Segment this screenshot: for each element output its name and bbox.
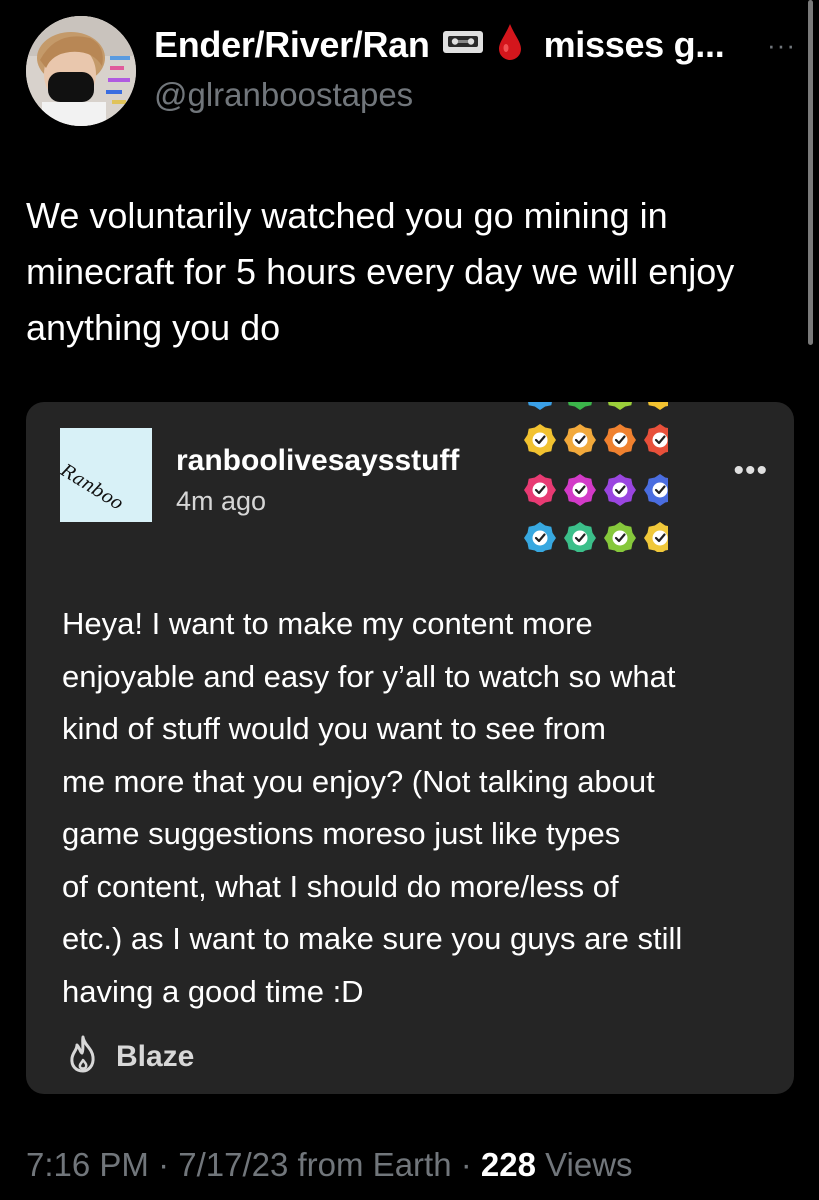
post-date[interactable]: 7/17/23 (178, 1146, 288, 1183)
tweet-header: Ender/River/Ran misses g... ··· @glranbo… (26, 16, 795, 126)
verified-badge-icon (604, 522, 636, 554)
verified-badge-icon (568, 402, 592, 410)
verified-badge-icon (564, 522, 596, 554)
views-label: Views (535, 1146, 633, 1183)
verified-badge-icon (644, 522, 676, 554)
views-count[interactable]: 228 (481, 1146, 536, 1183)
post-metadata: 7:16 PM · 7/17/23 from Earth · 228 Views (26, 1146, 633, 1184)
verified-badge-icon (648, 402, 672, 410)
user-handle[interactable]: @glranboostapes (154, 76, 413, 114)
tweet-text: We voluntarily watched you go mining in … (26, 195, 735, 348)
verified-badge-icon (608, 402, 632, 410)
verified-badge-icon (528, 402, 552, 410)
quoted-avatar-text: Ranboo (60, 460, 127, 515)
drop-of-blood-icon (496, 22, 524, 67)
videocassette-icon (442, 28, 484, 61)
display-name[interactable]: Ender/River/Ran (154, 24, 430, 66)
more-options-icon[interactable]: ··· (767, 30, 796, 61)
scrollbar[interactable] (808, 0, 813, 345)
quoted-more-options-icon[interactable]: ••• (733, 454, 768, 488)
name-row[interactable]: Ender/River/Ran misses g... (154, 22, 725, 67)
blaze-label: Blaze (116, 1039, 195, 1073)
verified-badge-icon (524, 474, 556, 506)
verified-badge-icon (564, 424, 596, 456)
verified-badge-icon (644, 424, 676, 456)
verified-badge-icon (524, 424, 556, 456)
verified-badge-icon (604, 424, 636, 456)
blaze-button[interactable]: Blaze (64, 1034, 194, 1079)
meta-separator: · (451, 1146, 481, 1183)
post-source: from Earth (288, 1146, 452, 1183)
quoted-post-card[interactable]: Ranboo ranboolivesaysstuff 4m ago ••• He… (26, 402, 794, 1094)
meta-separator: · (148, 1146, 179, 1183)
avatar[interactable] (26, 16, 136, 126)
quoted-username[interactable]: ranboolivesaysstuff (176, 444, 459, 478)
flame-icon (64, 1034, 102, 1079)
quoted-avatar[interactable]: Ranboo (60, 428, 152, 522)
verified-badge-icon (644, 474, 676, 506)
verified-badge-icon (524, 522, 556, 554)
verified-badge-icon (604, 474, 636, 506)
quoted-timestamp: 4m ago (176, 486, 267, 516)
quoted-post-body: Heya! I want to make my content more enj… (62, 606, 683, 1009)
verified-badge-icon (564, 474, 596, 506)
display-name-suffix[interactable]: misses g... (544, 24, 725, 66)
avatar-image (26, 16, 136, 126)
verified-checkmark-badge-grid-icon (498, 402, 676, 554)
post-time[interactable]: 7:16 PM (26, 1146, 149, 1183)
